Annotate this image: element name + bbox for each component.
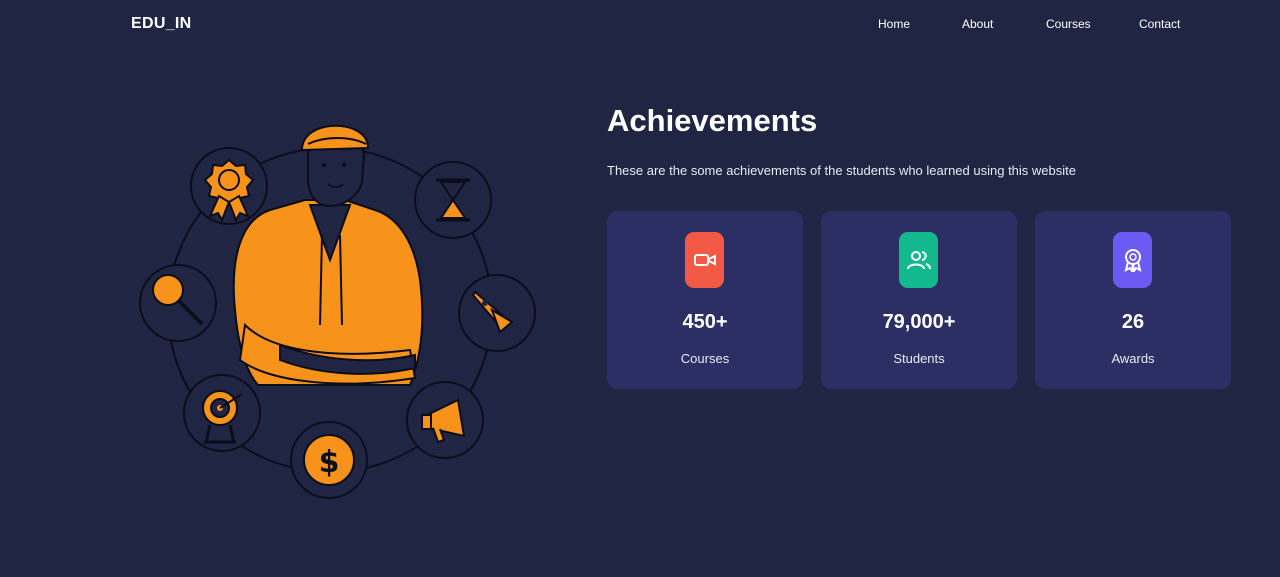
stat-card-awards: 26 Awards: [1035, 211, 1231, 389]
users-icon: [899, 232, 938, 288]
svg-text:$: $: [319, 445, 340, 480]
stat-value: 450+: [682, 311, 728, 333]
nav-contact-link[interactable]: Contact: [1139, 17, 1180, 31]
navbar: EDU_IN Home About Courses Contact: [0, 0, 1280, 50]
student-figure: [232, 124, 424, 386]
medal-icon: [190, 147, 268, 225]
stat-label: Awards: [1111, 351, 1155, 366]
magnifier-icon: [139, 264, 217, 342]
nav-links: Home About Courses Contact: [0, 17, 1280, 35]
video-camera-icon: [685, 232, 724, 288]
rocket-icon: [458, 274, 536, 352]
award-ribbon-icon: [1113, 232, 1152, 288]
megaphone-icon: [406, 381, 484, 459]
nav-about-link[interactable]: About: [962, 17, 993, 31]
hourglass-icon: [414, 161, 492, 239]
achievements-illustration: $: [130, 110, 550, 510]
stat-label: Students: [893, 351, 945, 366]
student-illustration: $: [139, 124, 536, 499]
page-subtitle: These are the some achievements of the s…: [607, 163, 1076, 178]
stat-label: Courses: [680, 351, 730, 366]
stats-cards: 450+ Courses 79,000+ Students 26 Awards: [607, 211, 1247, 389]
dollar-coin-icon: $: [290, 421, 368, 499]
nav-home-link[interactable]: Home: [878, 17, 910, 31]
page-title: Achievements: [607, 103, 818, 138]
target-icon: [183, 374, 261, 452]
page: EDU_IN Home About Courses Contact $ Achi…: [0, 0, 1280, 577]
stat-card-students: 79,000+ Students: [821, 211, 1017, 389]
stat-value: 79,000+: [882, 311, 956, 333]
stat-card-courses: 450+ Courses: [607, 211, 803, 389]
nav-courses-link[interactable]: Courses: [1046, 17, 1091, 31]
stat-value: 26: [1121, 311, 1145, 333]
